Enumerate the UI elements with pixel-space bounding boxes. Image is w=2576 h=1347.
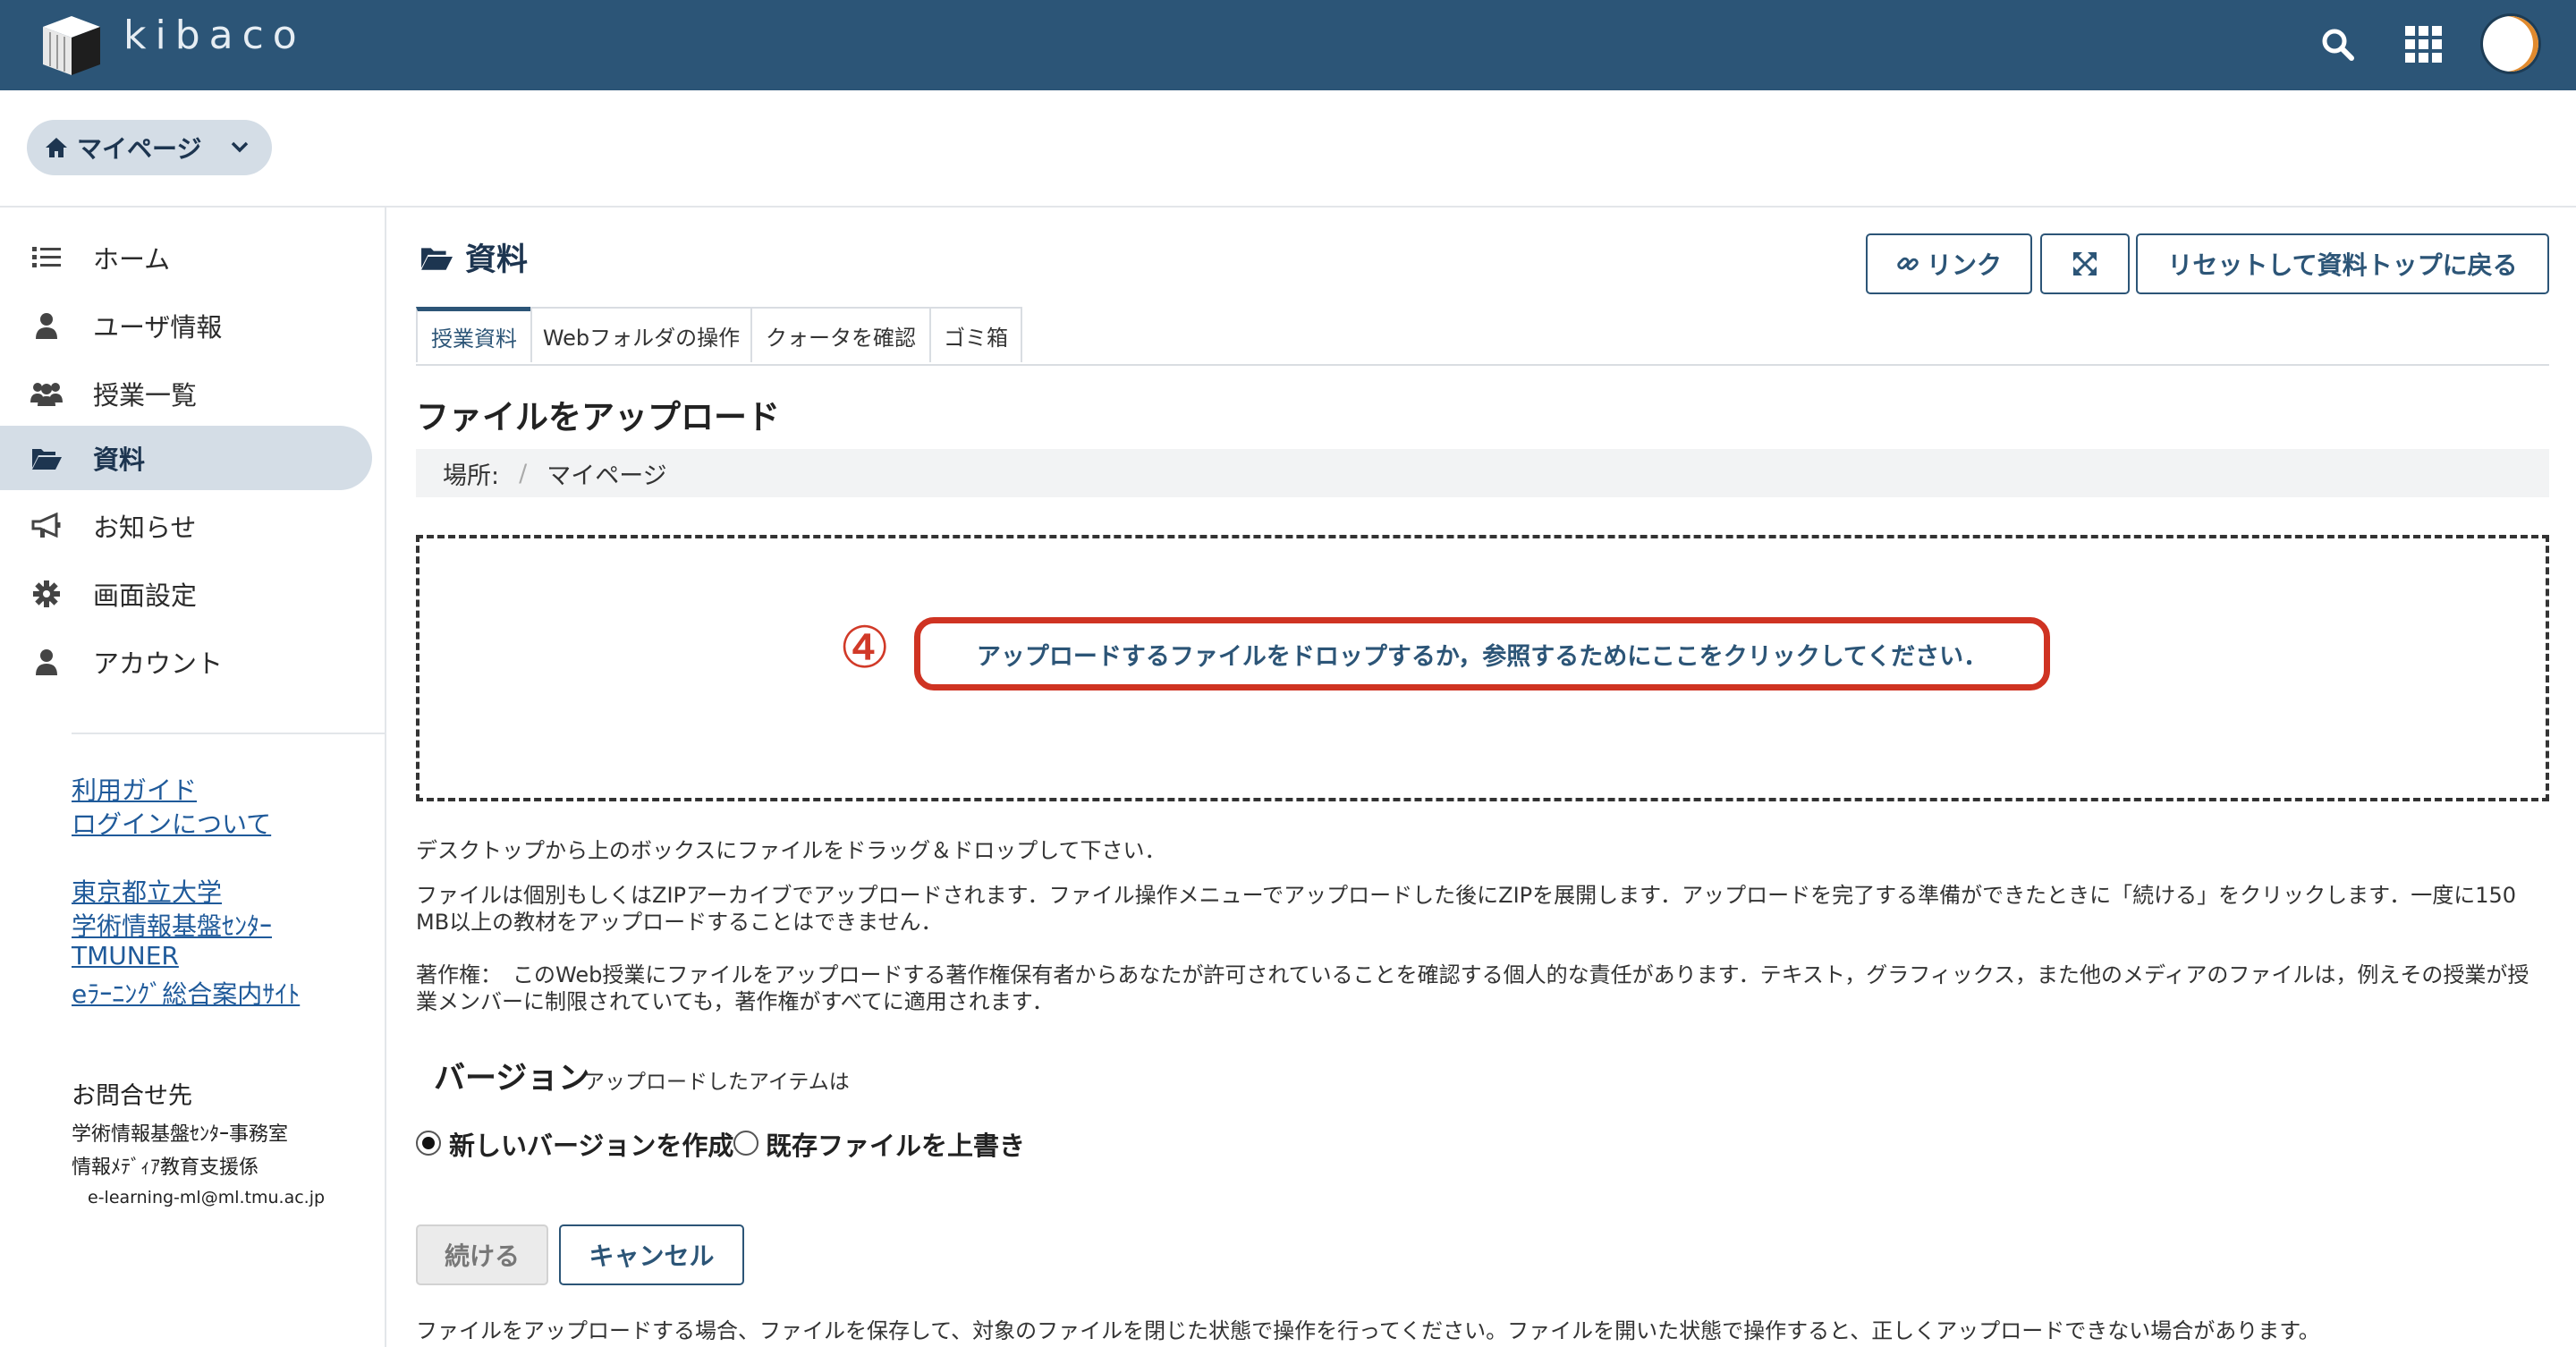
- user-icon: [30, 309, 63, 342]
- radio-overwrite[interactable]: [733, 1131, 758, 1156]
- sidebar-item-label: ユーザ情報: [93, 312, 223, 343]
- tab-trash[interactable]: ゴミ箱: [929, 307, 1022, 362]
- link-icon: [1897, 257, 1919, 271]
- breadcrumb: 場所: / マイページ: [416, 449, 2549, 497]
- tab-underline: [416, 364, 2549, 366]
- tab-web-folder[interactable]: Webフォルダの操作: [530, 307, 752, 362]
- link-info-center[interactable]: 学術情報基盤ｾﾝﾀｰ: [72, 907, 272, 943]
- folder-open-icon: [421, 247, 453, 270]
- folder-open-icon: [30, 442, 63, 474]
- mypage-label: マイページ: [77, 134, 202, 164]
- sidebar-item-label: アカウント: [93, 648, 224, 679]
- app-logo-text[interactable]: kibaco: [123, 13, 306, 58]
- instructions-drag-drop: デスクトップから上のボックスにファイルをドラッグ＆ドロップして下さい．: [416, 838, 1166, 863]
- chevron-down-icon: [231, 141, 249, 153]
- link-button-label: リンク: [1926, 250, 2002, 280]
- users-icon: [30, 377, 63, 410]
- mypage-dropdown[interactable]: マイページ: [27, 120, 272, 175]
- dropzone-message[interactable]: アップロードするファイルをドロップするか，参照するためにここをクリックしてくださ…: [914, 617, 2050, 690]
- expand-button[interactable]: [2040, 233, 2130, 294]
- avatar[interactable]: [2483, 16, 2538, 72]
- contact-section: 情報ﾒﾃﾞｨｱ教育支援係: [72, 1156, 259, 1179]
- tab-course-materials[interactable]: 授業資料: [416, 307, 532, 362]
- breadcrumb-label: 場所:: [443, 462, 500, 490]
- sidebar-item-announcements[interactable]: お知らせ: [0, 494, 372, 558]
- instructions-zip: ファイルは個別もしくはZIPアーカイブでアップロードされます．ファイル操作メニュ…: [416, 883, 2517, 935]
- page-title: 資料: [420, 234, 528, 280]
- breadcrumb-current[interactable]: マイページ: [547, 456, 666, 491]
- continue-button[interactable]: 続ける: [416, 1224, 548, 1285]
- version-subtitle: アップロードしたアイテムは: [584, 1071, 850, 1094]
- link-user-guide[interactable]: 利用ガイド: [72, 771, 197, 807]
- megaphone-icon: [30, 510, 63, 542]
- sidebar-item-label: ホーム: [93, 244, 171, 275]
- breadcrumb-separator: /: [519, 459, 528, 487]
- link-tmu[interactable]: 東京都立大学: [72, 873, 222, 909]
- sidebar-divider: [72, 733, 385, 734]
- tab-quota[interactable]: クォータを確認: [750, 307, 931, 362]
- upload-note: ファイルをアップロードする場合、ファイルを保存して、対象のファイルを閉じた状態で…: [416, 1318, 2320, 1343]
- sidebar-item-label: 資料: [93, 445, 146, 475]
- grid-icon[interactable]: [2402, 23, 2445, 66]
- page-title-text: 資料: [465, 242, 529, 278]
- sidebar-item-account[interactable]: アカウント: [0, 630, 372, 694]
- sidebar-item-display-settings[interactable]: 画面設定: [0, 562, 372, 626]
- sidebar-item-label: お知らせ: [93, 513, 197, 543]
- sidebar-item-label: 画面設定: [93, 580, 198, 611]
- step-marker: ④: [839, 615, 891, 682]
- user-icon: [30, 646, 63, 678]
- radio-new-version-label[interactable]: 新しいバージョンを作成: [449, 1125, 733, 1163]
- sidebar-item-home[interactable]: ホーム: [0, 225, 372, 290]
- upload-heading: ファイルをアップロード: [416, 398, 780, 436]
- sidebar-item-courses[interactable]: 授業一覧: [0, 361, 372, 426]
- gear-icon: [30, 578, 63, 610]
- expand-icon: [2073, 252, 2097, 275]
- reset-button[interactable]: リセットして資料トップに戻る: [2136, 233, 2549, 294]
- radio-new-version[interactable]: [416, 1131, 441, 1156]
- cancel-button[interactable]: キャンセル: [559, 1224, 744, 1285]
- search-icon[interactable]: [2317, 23, 2360, 66]
- contact-email: e-learning-ml@ml.tmu.ac.jp: [88, 1188, 326, 1207]
- top-bar: kibaco: [0, 0, 2576, 90]
- sidebar-item-user-info[interactable]: ユーザ情報: [0, 293, 372, 358]
- home-icon: [46, 138, 67, 157]
- link-tmuner[interactable]: TMUNER: [72, 941, 179, 970]
- sidebar-item-resources[interactable]: 資料: [0, 426, 372, 490]
- contact-office: 学術情報基盤ｾﾝﾀｰ事務室: [72, 1123, 289, 1146]
- contact-title: お問合せ先: [72, 1082, 192, 1110]
- resource-tabs: 授業資料 Webフォルダの操作 クォータを確認 ゴミ箱: [416, 307, 1022, 366]
- link-button[interactable]: リンク: [1866, 233, 2032, 294]
- copyright-notice: 著作権： このWeb授業にファイルをアップロードする著作権保有者からあなたが許可…: [416, 962, 2529, 1014]
- link-login-info[interactable]: ログインについて: [72, 805, 271, 841]
- list-icon: [30, 241, 63, 274]
- kibaco-logo-icon: [43, 16, 100, 75]
- radio-overwrite-label[interactable]: 既存ファイルを上書き: [766, 1125, 1025, 1163]
- sidebar-item-label: 授業一覧: [93, 380, 198, 411]
- site-bar: [0, 90, 2576, 208]
- link-elearning-site[interactable]: eﾗｰﾆﾝｸﾞ総合案内ｻｲﾄ: [72, 975, 300, 1011]
- version-heading: バージョン: [434, 1061, 590, 1097]
